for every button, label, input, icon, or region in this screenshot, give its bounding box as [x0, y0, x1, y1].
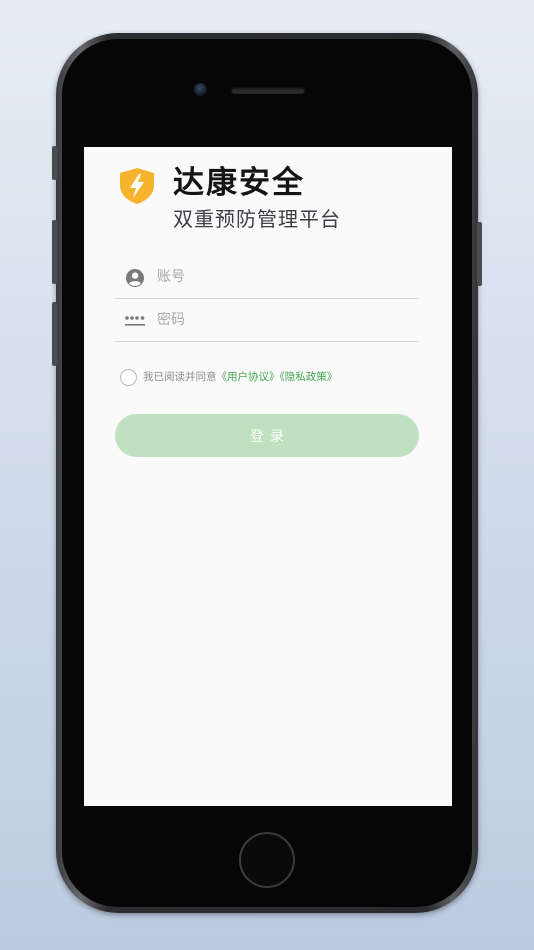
agreement-prefix: 我已阅读并同意	[143, 371, 217, 383]
agreement-text: 我已阅读并同意《用户协议》《隐私政策》	[143, 370, 337, 385]
shield-lightning-icon	[120, 168, 154, 204]
password-input[interactable]	[157, 307, 407, 333]
mute-switch	[52, 146, 57, 180]
volume-down-button	[52, 302, 57, 366]
front-camera	[194, 83, 207, 96]
volume-up-button	[52, 220, 57, 284]
agreement-checkbox[interactable]	[120, 369, 137, 386]
password-field[interactable]	[115, 299, 419, 342]
app-subtitle: 双重预防管理平台	[173, 207, 341, 231]
privacy-policy-link[interactable]: 《隐私政策》	[280, 371, 338, 383]
power-button	[477, 222, 482, 286]
app-name: 达康安全	[173, 165, 305, 201]
earpiece-speaker	[231, 87, 305, 94]
home-button[interactable]	[239, 832, 295, 888]
account-field[interactable]	[115, 256, 419, 299]
user-agreement-link[interactable]: 《用户协议》	[217, 371, 280, 383]
password-dots-icon	[125, 316, 145, 326]
login-button[interactable]: 登录	[115, 414, 419, 457]
account-input[interactable]	[157, 264, 407, 290]
brand-header: 达康安全 双重预防管理平台	[84, 147, 452, 247]
agreement-row: 我已阅读并同意《用户协议》《隐私政策》	[120, 369, 420, 389]
app-screen: 达康安全 双重预防管理平台 我已阅读并同意《用户协议》《隐私政策》 登录	[84, 147, 452, 806]
user-avatar-icon	[126, 269, 144, 287]
